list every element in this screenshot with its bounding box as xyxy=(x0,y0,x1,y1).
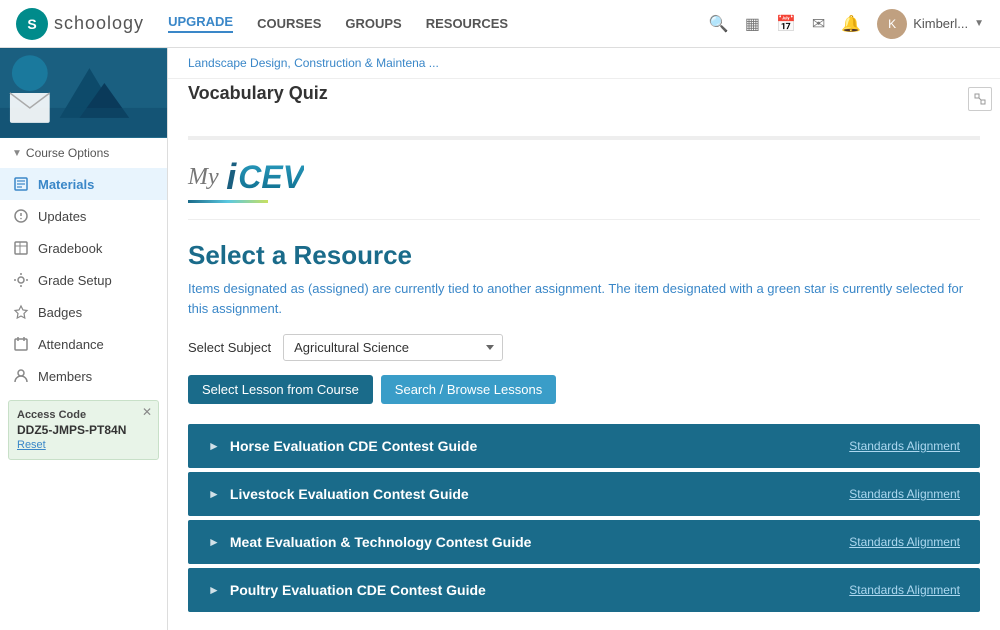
select-resource-title: Select a Resource xyxy=(188,240,980,271)
chevron-right-icon: ► xyxy=(208,439,220,453)
sidebar-item-grade-setup[interactable]: Grade Setup xyxy=(0,264,167,296)
calendar-icon[interactable]: 📅 xyxy=(776,14,796,34)
materials-label: Materials xyxy=(38,177,94,192)
sidebar: ▼ Course Options Materials Updates Grade… xyxy=(0,48,168,630)
browse-lessons-button[interactable]: Search / Browse Lessons xyxy=(381,375,556,404)
nav-links: UPGRADE COURSES GROUPS RESOURCES xyxy=(168,14,709,33)
nav-groups[interactable]: GROUPS xyxy=(345,16,401,31)
course-list-item-1[interactable]: ► Livestock Evaluation Contest Guide Sta… xyxy=(188,472,980,516)
breadcrumb[interactable]: Landscape Design, Construction & Mainten… xyxy=(168,48,1000,79)
chevron-right-icon-2: ► xyxy=(208,535,220,549)
icev-i-text: i xyxy=(226,156,236,198)
updates-label: Updates xyxy=(38,209,86,224)
select-resource-description: Items designated as (assigned) are curre… xyxy=(188,279,980,318)
course-options-header[interactable]: ▼ Course Options xyxy=(0,138,167,168)
gradebook-label: Gradebook xyxy=(38,241,102,256)
user-menu[interactable]: K Kimberl... ▼ xyxy=(877,9,984,39)
select-resource-section: Select a Resource Items designated as (a… xyxy=(188,240,980,404)
subject-label: Select Subject xyxy=(188,340,271,355)
nav-courses[interactable]: COURSES xyxy=(257,16,321,31)
course-item-left-0: ► Horse Evaluation CDE Contest Guide xyxy=(208,438,477,454)
top-navigation: S schoology UPGRADE COURSES GROUPS RESOU… xyxy=(0,0,1000,48)
logo[interactable]: S schoology xyxy=(16,8,144,40)
button-row: Select Lesson from Course Search / Brows… xyxy=(188,375,980,404)
updates-icon xyxy=(12,207,30,225)
chevron-down-icon: ▼ xyxy=(974,18,984,29)
username-label: Kimberl... xyxy=(913,16,968,31)
grade-setup-label: Grade Setup xyxy=(38,273,112,288)
access-code-box: ✕ Access Code DDZ5-JMPS-PT84N Reset xyxy=(8,400,159,460)
logo-icon: S xyxy=(16,8,48,40)
grid-icon[interactable]: ▦ xyxy=(745,14,760,34)
sidebar-item-members[interactable]: Members xyxy=(0,360,167,392)
icev-logo: My i CEV xyxy=(188,156,980,198)
course-banner-image xyxy=(0,48,167,138)
access-code-reset-button[interactable]: Reset xyxy=(17,439,150,451)
standards-alignment-link-1[interactable]: Standards Alignment xyxy=(849,487,960,501)
icev-my-text: My xyxy=(188,164,219,191)
standards-alignment-link-3[interactable]: Standards Alignment xyxy=(849,583,960,597)
icev-underline xyxy=(188,200,268,203)
course-list-item-3[interactable]: ► Poultry Evaluation CDE Contest Guide S… xyxy=(188,568,980,612)
mail-icon[interactable]: ✉ xyxy=(812,14,825,34)
logo-text: schoology xyxy=(54,13,144,34)
course-list: ► Horse Evaluation CDE Contest Guide Sta… xyxy=(188,424,980,612)
main-layout: ▼ Course Options Materials Updates Grade… xyxy=(0,48,1000,630)
sidebar-item-updates[interactable]: Updates xyxy=(0,200,167,232)
attendance-label: Attendance xyxy=(38,337,104,352)
course-item-title-0: Horse Evaluation CDE Contest Guide xyxy=(230,438,477,454)
top-divider xyxy=(188,136,980,140)
badges-icon xyxy=(12,303,30,321)
bell-icon[interactable]: 🔔 xyxy=(841,14,861,34)
access-code-close-button[interactable]: ✕ xyxy=(142,405,152,419)
badges-label: Badges xyxy=(38,305,82,320)
course-item-title-1: Livestock Evaluation Contest Guide xyxy=(230,486,469,502)
materials-icon xyxy=(12,175,30,193)
sidebar-item-materials[interactable]: Materials xyxy=(0,168,167,200)
course-list-item-2[interactable]: ► Meat Evaluation & Technology Contest G… xyxy=(188,520,980,564)
page-title: Vocabulary Quiz xyxy=(188,83,980,104)
grade-setup-icon xyxy=(12,271,30,289)
icev-cev-text: CEV xyxy=(238,159,304,196)
nav-resources[interactable]: RESOURCES xyxy=(426,16,508,31)
course-item-title-3: Poultry Evaluation CDE Contest Guide xyxy=(230,582,486,598)
nav-icons: 🔍 ▦ 📅 ✉ 🔔 K Kimberl... ▼ xyxy=(709,9,984,39)
subject-select[interactable]: Agricultural Science xyxy=(283,334,503,361)
course-item-left-3: ► Poultry Evaluation CDE Contest Guide xyxy=(208,582,486,598)
attendance-icon xyxy=(12,335,30,353)
content-area: My i CEV Select a Resource Items designa… xyxy=(168,116,1000,630)
avatar: K xyxy=(877,9,907,39)
sidebar-item-attendance[interactable]: Attendance xyxy=(0,328,167,360)
select-lesson-button[interactable]: Select Lesson from Course xyxy=(188,375,373,404)
course-item-title-2: Meat Evaluation & Technology Contest Gui… xyxy=(230,534,532,550)
banner-illustration xyxy=(0,48,167,138)
access-code-label: Access Code xyxy=(17,409,150,421)
course-item-left-2: ► Meat Evaluation & Technology Contest G… xyxy=(208,534,531,550)
members-label: Members xyxy=(38,369,92,384)
course-list-item[interactable]: ► Horse Evaluation CDE Contest Guide Sta… xyxy=(188,424,980,468)
icev-space xyxy=(221,170,225,185)
members-icon xyxy=(12,367,30,385)
chevron-icon: ▼ xyxy=(12,148,22,159)
sidebar-item-badges[interactable]: Badges xyxy=(0,296,167,328)
access-code-value: DDZ5-JMPS-PT84N xyxy=(17,423,150,437)
course-item-left-1: ► Livestock Evaluation Contest Guide xyxy=(208,486,469,502)
subject-row: Select Subject Agricultural Science xyxy=(188,334,980,361)
standards-alignment-link-0[interactable]: Standards Alignment xyxy=(849,439,960,453)
search-icon[interactable]: 🔍 xyxy=(709,14,729,34)
course-banner xyxy=(0,48,167,138)
chevron-right-icon-1: ► xyxy=(208,487,220,501)
gradebook-icon xyxy=(12,239,30,257)
expand-icon[interactable] xyxy=(968,87,992,111)
standards-alignment-link-2[interactable]: Standards Alignment xyxy=(849,535,960,549)
course-options-label: Course Options xyxy=(26,146,109,160)
chevron-right-icon-3: ► xyxy=(208,583,220,597)
main-content: Landscape Design, Construction & Mainten… xyxy=(168,48,1000,630)
sidebar-item-gradebook[interactable]: Gradebook xyxy=(0,232,167,264)
icev-logo-area: My i CEV xyxy=(188,156,980,220)
nav-upgrade[interactable]: UPGRADE xyxy=(168,14,233,33)
